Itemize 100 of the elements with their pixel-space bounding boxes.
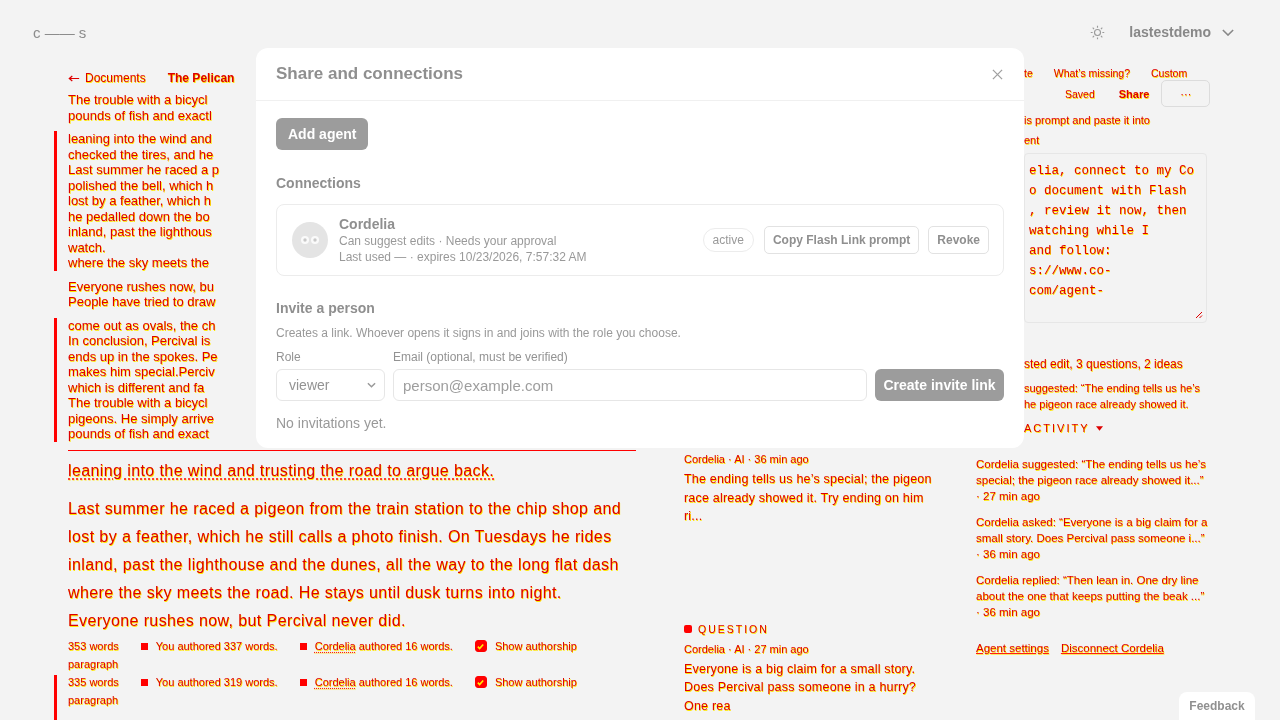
prompt-field[interactable]: elia, connect to my Co o document with Flash , review it now, then watching while I and follow: s://www.co- com/agent- xyxy=(1024,153,1207,323)
text-line: come out as ovals, the ch xyxy=(68,317,217,333)
dialog-title: Share and connections xyxy=(276,64,464,84)
activity-text: Cordelia suggested: “The ending tells us he’s special; the pigeon race already showed it...” xyxy=(976,457,1207,488)
section-heading: Connections xyxy=(276,174,362,192)
description-text: Creates a link. Whoever opens it signs in and joins with the role you choose. xyxy=(276,325,682,341)
create-invite-button[interactable]: Create invite link xyxy=(875,369,1004,401)
activity-time: · 36 min ago xyxy=(976,605,1041,620)
checkbox[interactable] xyxy=(474,640,487,652)
authorship-summary: Cordelia authored 16 words. xyxy=(314,674,453,690)
text-line: lost by a feather, which h xyxy=(68,193,213,209)
field-label: Email (optional, must be verified) xyxy=(393,350,568,365)
text-line: inland, past the lighthous xyxy=(68,224,213,240)
text-line: ends up in the spokes. Pe xyxy=(68,348,218,364)
paragraph: leaning into the wind and trusting the road to argue back. xyxy=(68,460,496,481)
checkbox-label[interactable]: Show authorship xyxy=(494,674,577,690)
swatch-icon xyxy=(140,642,148,650)
text-line: polished the bell, which h xyxy=(68,177,215,193)
share-button[interactable]: Share xyxy=(1118,87,1150,100)
permission-text: Can suggest edits · Needs your approval xyxy=(339,233,558,249)
logo[interactable]: c —— s xyxy=(33,23,87,41)
avatar-icon xyxy=(292,222,328,258)
close-icon[interactable] xyxy=(992,68,1003,80)
role-select[interactable]: viewer xyxy=(276,369,385,401)
authorship-summary: Cordelia authored 16 words. xyxy=(314,638,453,654)
checkbox[interactable] xyxy=(474,676,487,688)
word-count: 335 words xyxy=(68,674,119,690)
agent-link[interactable]: Cordelia xyxy=(314,675,356,688)
swatch-icon xyxy=(299,642,307,650)
activity-time: · 36 min ago xyxy=(976,547,1041,562)
copy-prompt-button[interactable]: Copy Flash Link prompt xyxy=(763,226,920,254)
text-line: suggested: “The ending tells us he’s xyxy=(1024,381,1201,396)
section-heading: Invite a person xyxy=(276,299,376,317)
add-agent-button[interactable]: Add agent xyxy=(276,118,369,150)
comment-text: Everyone is a big claim for a small story. Does Percival pass someone in a hurry? One rea xyxy=(684,660,917,715)
prompt-option[interactable]: What’s missing? xyxy=(1053,66,1130,80)
text-line: he pigeon race already showed it. xyxy=(1024,397,1190,412)
text-line: watch. xyxy=(68,239,107,255)
prompt-option[interactable]: Custom xyxy=(1151,66,1188,80)
section-heading[interactable]: ACTIVITY xyxy=(1024,422,1090,434)
paragraph: Everyone rushes now, but Percival never did. xyxy=(68,610,407,631)
swatch-icon xyxy=(299,678,307,686)
checkbox-label[interactable]: Show authorship xyxy=(494,638,577,654)
text-line: he pedalled down the bo xyxy=(68,208,211,224)
text-line: The trouble with a bicycl xyxy=(68,92,209,108)
text-line: pounds of fish and exact xyxy=(68,426,210,442)
chevron-down-icon[interactable] xyxy=(1222,28,1234,36)
text-line: where the sky meets the xyxy=(68,255,210,271)
documents-link[interactable]: Documents xyxy=(68,71,146,85)
tick-icon xyxy=(476,677,486,687)
field-label: Role xyxy=(276,350,302,365)
link[interactable]: Disconnect Cordelia xyxy=(1060,642,1164,654)
chevron-down-icon xyxy=(367,382,376,388)
text-line: checked the tires, and he xyxy=(68,146,215,162)
text-line: Everyone rushes now, bu xyxy=(68,278,215,294)
word-count: 353 words xyxy=(68,638,119,654)
feedback-button[interactable]: Feedback xyxy=(1179,692,1255,720)
summary-text: sted edit, 3 questions, 2 ideas xyxy=(1024,357,1184,372)
comment-meta: Cordelia · AI · 36 min ago xyxy=(684,452,810,466)
caret-down-icon[interactable] xyxy=(1095,425,1103,431)
prompt-option[interactable]: te xyxy=(1024,66,1033,80)
text-line: which is different and fa xyxy=(68,379,206,395)
text-line: makes him special.Perciv xyxy=(68,364,216,380)
agent-name: Cordelia xyxy=(339,215,396,233)
save-status: Saved xyxy=(1065,87,1095,100)
more-button[interactable]: ··· xyxy=(1161,80,1211,107)
text-line: leaning into the wind and xyxy=(68,131,213,147)
block-type-label: paragraph xyxy=(68,656,120,671)
account-name[interactable]: lastestdemo xyxy=(1129,24,1211,40)
empty-state-text: No invitations yet. xyxy=(276,415,388,431)
activity-text: Cordelia replied: “Then lean in. One dry line about the one that keeps putting the beak ...” xyxy=(976,573,1206,604)
square-icon xyxy=(684,624,692,633)
paragraph: Last summer he raced a pigeon from the train station to the chip shop and lost by a feather, which he still calls a photo finish. On Tuesdays he rides inland, past the lighthouse and the dunes, all the way to the long flat dash where the sky meets the road. He stays until dusk turns into night. xyxy=(68,498,623,603)
activity-time: · 27 min ago xyxy=(976,489,1041,504)
comment-meta: Cordelia · AI · 27 min ago xyxy=(684,641,810,656)
email-field[interactable]: person@example.com xyxy=(393,369,867,401)
text-line: In conclusion, Percival is xyxy=(68,333,212,349)
text-line: Last summer he raced a p xyxy=(68,162,220,178)
comment-text: The ending tells us he’s special; the pigeon race already showed it. Try ending on him ri... xyxy=(684,471,933,525)
text-line: People have tried to draw xyxy=(68,294,216,310)
sun-icon[interactable] xyxy=(1090,24,1106,40)
authorship-summary: You authored 319 words. xyxy=(155,674,278,690)
text-line: The trouble with a bicycl xyxy=(68,395,209,411)
activity-text: Cordelia asked: “Everyone is a big claim for a small story. Does Percival pass someone i...” xyxy=(976,515,1209,546)
back-arrow-icon xyxy=(68,74,80,82)
swatch-icon xyxy=(140,678,148,686)
text-line: pigeons. He simply arrive xyxy=(68,410,215,426)
comment-type: QUESTION xyxy=(698,622,769,635)
instruction-text: is prompt and paste it into xyxy=(1024,113,1151,127)
revoke-button[interactable]: Revoke xyxy=(928,226,989,254)
instruction-text: ent xyxy=(1024,133,1041,147)
block-type-label: paragraph xyxy=(68,692,120,707)
document-title: The Pelican xyxy=(167,71,235,85)
link[interactable]: Agent settings xyxy=(976,642,1049,654)
text-line: pounds of fish and exactl xyxy=(68,107,212,123)
agent-link[interactable]: Cordelia xyxy=(314,639,356,652)
resize-handle-icon[interactable] xyxy=(1195,311,1203,319)
tick-icon xyxy=(476,641,486,651)
usage-text: Last used — · expires 10/23/2026, 7:57:32 AM xyxy=(339,249,588,265)
authorship-summary: You authored 337 words. xyxy=(155,638,278,654)
